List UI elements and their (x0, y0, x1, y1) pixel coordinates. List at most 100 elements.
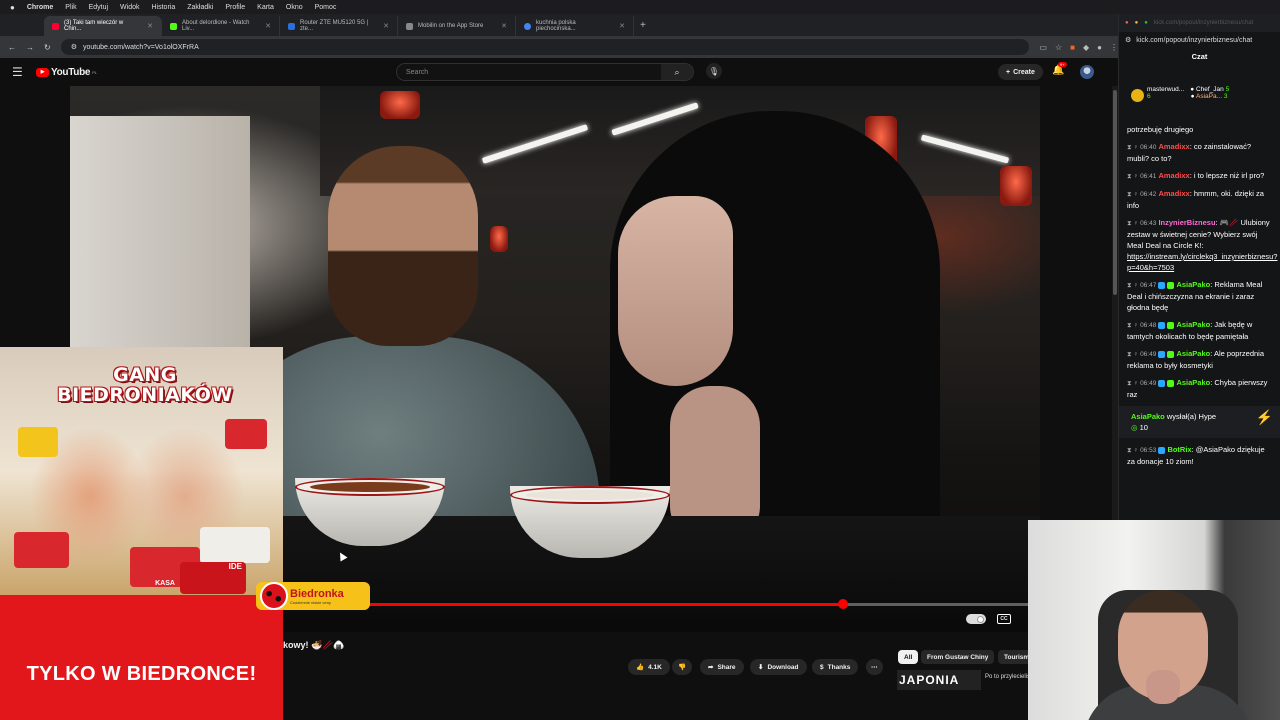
chat-username[interactable]: AsiaPako (1176, 320, 1210, 329)
chrome-menu-icon[interactable]: ⋮ (1110, 43, 1118, 52)
gifter-name[interactable]: masterwud... (1147, 86, 1184, 93)
menu-zakladki[interactable]: Zakładki (187, 4, 213, 11)
url-text: youtube.com/watch?v=Vo1olOXFrRA (82, 43, 199, 51)
window-minimize-icon[interactable]: ● (1135, 20, 1139, 26)
ad-toy (225, 419, 267, 449)
extensions-icon[interactable]: ◆ (1083, 43, 1089, 52)
tab-close-icon[interactable]: ✕ (147, 22, 153, 30)
extension-icon[interactable]: ■ (1070, 43, 1075, 52)
menu-pomoc[interactable]: Pomoc (315, 4, 337, 11)
download-button[interactable]: ⬇ Download (750, 659, 807, 675)
menu-historia[interactable]: Historia (152, 4, 176, 11)
chat-message: ⧗ ♀ 06:42 Amadixx: hmmm, oki. dzięki za … (1127, 189, 1264, 210)
brand-name: Biedronka (290, 587, 344, 600)
tab-close-icon[interactable]: ✕ (265, 22, 271, 30)
new-tab-button[interactable]: + (640, 20, 646, 31)
create-button[interactable]: + Create (998, 64, 1043, 80)
site-info-icon[interactable]: ⚙ (1125, 36, 1131, 44)
tab-close-icon[interactable]: ✕ (501, 22, 507, 30)
chat-username[interactable]: InzynierBiznesu (1158, 218, 1215, 227)
youtube-logo[interactable]: ▶ YouTube PL (36, 67, 97, 78)
apple-favicon-icon (406, 22, 413, 30)
like-button[interactable]: 👍 4.1K (628, 659, 670, 675)
hamburger-menu-icon[interactable]: ☰ (12, 65, 28, 79)
subscriber-badge-icon (1158, 321, 1166, 329)
chat-username[interactable]: Amadixx (1158, 189, 1189, 198)
bookmark-star-icon[interactable]: ☆ (1055, 43, 1062, 52)
ad-toy-label: IDE (228, 562, 242, 571)
menu-okno[interactable]: Okno (286, 4, 303, 11)
tab-kick[interactable]: About delordione - Watch Liv... ✕ (162, 16, 280, 36)
chat-window-titlebar: ● ● ● kick.com/popout/inzynierbiznesu/ch… (1119, 14, 1280, 32)
kick-favicon-icon (170, 22, 177, 30)
region-code: PL (92, 69, 97, 75)
menu-plik[interactable]: Plik (65, 4, 76, 11)
search-input[interactable]: Search ⌕ (396, 63, 694, 81)
notification-count: 9+ (1058, 62, 1067, 67)
share-button[interactable]: ➦ Share (700, 659, 744, 675)
search-icon[interactable]: ⌕ (661, 64, 693, 80)
tab-google[interactable]: kuchnia polska piechocinska... ✕ (516, 16, 634, 36)
chat-username[interactable]: Amadixx (1158, 142, 1189, 151)
cast-icon[interactable]: ▭ (1039, 43, 1047, 52)
notifications-bell-icon[interactable]: 🔔 9+ (1052, 62, 1067, 76)
chat-username[interactable]: BotRix (1167, 445, 1191, 454)
tab-youtube[interactable]: (3) Taki tam wieczór w Chin... ✕ (44, 16, 162, 36)
chat-url[interactable]: kick.com/popout/inzynierbiznesu/chat (1136, 37, 1252, 44)
pinned-gifters: masterwud... ● Chef_Jan 5 6 ● AsiaPa... … (1131, 86, 1265, 102)
chat-message: ⧗ ♀ 06:53 BotRix: @AsiaPako dziękuje za … (1127, 445, 1265, 466)
window-close-icon[interactable]: ● (1125, 20, 1129, 26)
tab-close-icon[interactable]: ✕ (383, 22, 389, 30)
menu-karta[interactable]: Karta (257, 4, 274, 11)
red-lantern (490, 226, 508, 252)
thanks-icon: $ (820, 663, 824, 671)
menu-profile[interactable]: Profile (225, 4, 245, 11)
chat-username[interactable]: Amadixx (1158, 171, 1189, 180)
lightning-bolt-icon: ⚡ (1255, 409, 1273, 425)
chat-username[interactable]: AsiaPako (1131, 412, 1165, 421)
dislike-button[interactable]: 👎 (672, 659, 693, 675)
tab-title: About delordione - Watch Liv... (182, 20, 250, 32)
menu-app-name[interactable]: Chrome (27, 4, 53, 11)
site-info-icon[interactable]: ⚙ (71, 43, 77, 51)
captions-icon[interactable]: CC (997, 614, 1011, 624)
more-actions-button[interactable]: ⋯ (866, 659, 883, 675)
scrollbar-thumb[interactable] (1113, 90, 1117, 295)
hype-event: AsiaPako wysłał(a) Hype ◎ 10 ⚡ (1119, 406, 1280, 438)
plus-icon: + (1006, 68, 1011, 76)
window-zoom-icon[interactable]: ● (1144, 20, 1148, 26)
create-label: Create (1013, 68, 1035, 76)
thanks-button[interactable]: $ Thanks (812, 659, 859, 675)
chat-username[interactable]: AsiaPako (1176, 280, 1210, 289)
chat-username[interactable]: AsiaPako (1176, 378, 1210, 387)
youtube-play-icon: ▶ (36, 67, 49, 77)
tab-zte[interactable]: Router ZTE MU5120 5G | zte... ✕ (280, 16, 398, 36)
chat-message: potrzebuję drugiego (1127, 125, 1194, 134)
recommended-thumbnail[interactable]: JAPONIA (897, 670, 981, 690)
menu-edytuj[interactable]: Edytuj (89, 4, 108, 11)
autoplay-toggle[interactable] (966, 614, 986, 624)
reload-icon[interactable]: ↻ (44, 43, 51, 52)
apple-icon[interactable]: ● (10, 3, 15, 12)
chat-username[interactable]: AsiaPako (1176, 349, 1210, 358)
gifter-name[interactable]: ● AsiaPa... 3 (1191, 93, 1228, 100)
tab-appstore[interactable]: Mobilin on the App Store ✕ (398, 16, 516, 36)
chip-all[interactable]: All (898, 650, 919, 664)
gifter-name[interactable]: ● Chef_Jan 5 (1190, 86, 1229, 93)
microphone-icon[interactable]: 🎙 (706, 63, 722, 79)
url-field[interactable]: ⚙ youtube.com/watch?v=Vo1olOXFrRA (60, 39, 1030, 55)
account-avatar[interactable] (1080, 65, 1094, 79)
brand-slogan: Codziennie niskie ceny (290, 599, 331, 605)
chat-link[interactable]: https://instream.ly/circlekq3_inzynierbi… (1127, 252, 1277, 272)
ad-tagline: TYLKO W BIEDRONCE! (26, 663, 257, 685)
progress-scrubber[interactable] (837, 599, 848, 609)
chat-message: ⧗ ♀ 06:48 AsiaPako: Jak będę w tamtych o… (1127, 320, 1253, 341)
back-icon[interactable]: ← (8, 43, 16, 52)
webcam-person-hand (1146, 670, 1180, 704)
profile-icon[interactable]: ● (1097, 43, 1102, 52)
forward-icon[interactable]: → (26, 43, 34, 52)
video-progress-bar[interactable] (282, 599, 1040, 609)
chip-from-channel[interactable]: From Gustaw Chiny (921, 650, 995, 664)
menu-widok[interactable]: Widok (120, 4, 139, 11)
tab-close-icon[interactable]: ✕ (619, 22, 625, 30)
